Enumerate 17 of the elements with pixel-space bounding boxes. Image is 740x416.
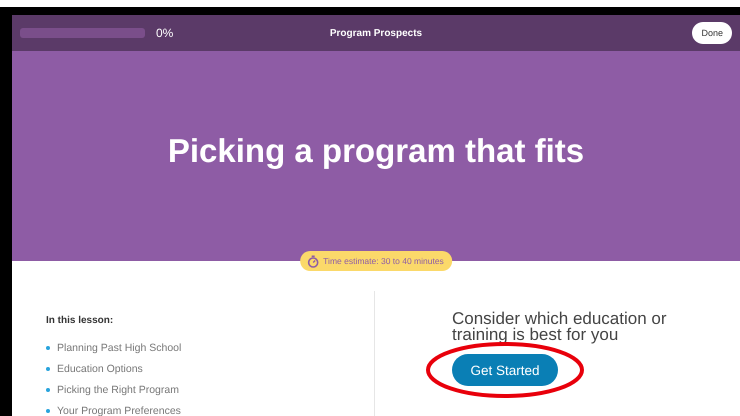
lesson-topic: Education Options	[57, 362, 143, 374]
bullet-dot	[46, 346, 50, 350]
bullet-dot	[46, 366, 50, 370]
bullet-dot	[46, 408, 50, 412]
course-title: Program Prospects	[330, 28, 422, 38]
stopwatch-icon	[307, 254, 320, 268]
done-button[interactable]: Done	[692, 22, 732, 44]
get-started-button[interactable]: Get Started	[452, 354, 558, 386]
lesson-topic: Planning Past High School	[57, 342, 182, 354]
lesson-topic: Picking the Right Program	[57, 384, 179, 396]
time-estimate-text: Time estimate: 30 to 40 minutes	[323, 256, 444, 266]
lesson-topic: Your Program Preferences	[57, 404, 181, 416]
intro-text: Consider which education or training is best for you	[452, 311, 668, 343]
lesson-heading: In this lesson:	[46, 315, 114, 326]
lesson-title: Picking a program that fits	[168, 132, 584, 170]
bullet-dot	[46, 388, 50, 392]
progress-percent: 0%	[156, 26, 174, 40]
